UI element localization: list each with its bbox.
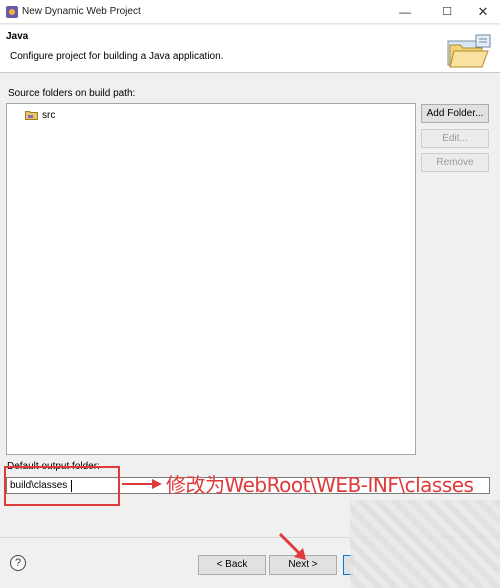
close-button[interactable]: ✕ bbox=[470, 2, 496, 22]
tree-item-label: src bbox=[42, 109, 56, 121]
annotation-pointer-arrow-icon bbox=[278, 532, 306, 560]
page-description: Configure project for building a Java ap… bbox=[10, 51, 224, 62]
annotation-arrow-icon bbox=[122, 479, 162, 489]
page-title: Java bbox=[6, 31, 29, 42]
wizard-header: Java Configure project for building a Ja… bbox=[0, 25, 500, 73]
eclipse-app-icon bbox=[6, 6, 18, 18]
annotation-text: 修改为WebRoot\WEB-INF\classes bbox=[166, 473, 474, 497]
minimize-button[interactable]: — bbox=[392, 2, 418, 22]
maximize-button[interactable]: ☐ bbox=[434, 2, 460, 22]
watermark-overlay bbox=[350, 500, 500, 588]
back-button[interactable]: < Back bbox=[198, 555, 266, 575]
edit-button[interactable]: Edit... bbox=[421, 129, 489, 148]
annotation-highlight-box bbox=[4, 466, 120, 506]
folder-wizard-icon bbox=[447, 34, 491, 68]
help-icon[interactable]: ? bbox=[10, 555, 26, 571]
window-title: New Dynamic Web Project bbox=[22, 6, 141, 17]
source-folders-list[interactable]: src bbox=[6, 103, 416, 455]
remove-button[interactable]: Remove bbox=[421, 153, 489, 172]
add-folder-button[interactable]: Add Folder... bbox=[421, 104, 489, 123]
title-bar: New Dynamic Web Project — ☐ ✕ bbox=[0, 0, 500, 24]
source-folders-label: Source folders on build path: bbox=[8, 88, 136, 99]
tree-item-src[interactable]: src bbox=[25, 108, 55, 122]
source-folder-icon bbox=[25, 111, 38, 120]
